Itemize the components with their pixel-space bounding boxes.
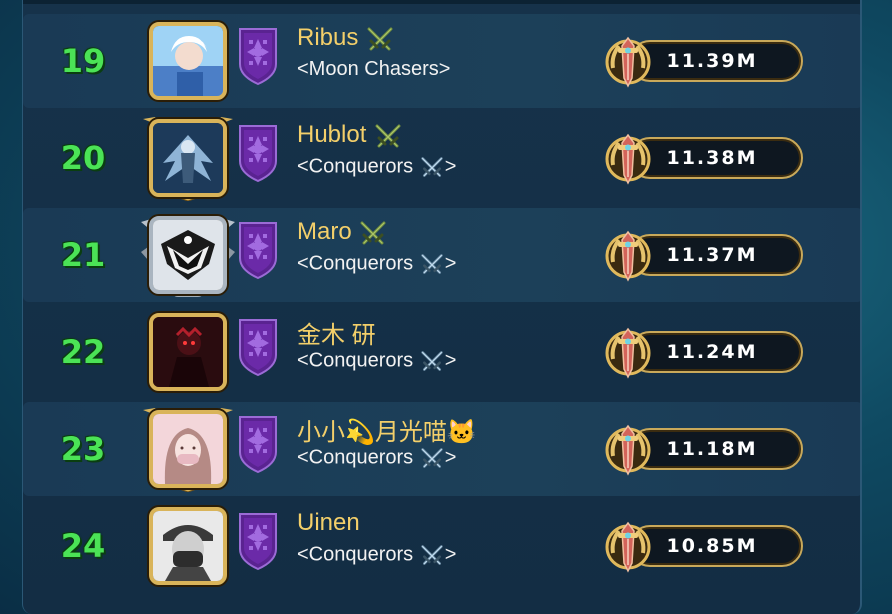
power-value: 11.18M	[666, 438, 758, 460]
clan-name-text: <Conquerors	[297, 252, 414, 275]
player-avatar[interactable]	[149, 22, 227, 100]
player-name-text: Maro	[297, 218, 352, 245]
clan-name[interactable]: <Conquerors >	[297, 446, 456, 470]
crossed-swords-icon	[421, 157, 443, 177]
purple-shield-icon	[239, 416, 277, 474]
clan-name-text: <Conquerors	[297, 349, 414, 372]
player-name[interactable]: 小小💫月光喵🐱	[297, 412, 477, 447]
player-name[interactable]: 金木 研	[297, 315, 376, 350]
clan-name[interactable]: <Conquerors >	[297, 252, 456, 276]
purple-shield-icon	[239, 319, 277, 377]
player-name-text: Uinen	[297, 509, 360, 536]
clan-name-text: <Moon Chasers>	[297, 58, 451, 80]
sword-laurel-icon	[605, 521, 651, 573]
clan-name[interactable]: <Conquerors >	[297, 155, 456, 179]
purple-shield-icon	[239, 513, 277, 571]
player-avatar[interactable]	[149, 507, 227, 585]
rank-number: 23	[60, 430, 106, 468]
power-value: 11.24M	[666, 341, 758, 363]
crossed-swords-icon	[375, 124, 401, 148]
clan-name-text: <Conquerors	[297, 543, 414, 566]
leaderboard-row[interactable]: 22 金木 研 <Conquerors > 11.24M	[23, 305, 860, 399]
leaderboard-panel: 19 Ribus <Moon Chasers> 11.39M 20 Hublot…	[22, 0, 862, 614]
clan-name-close: >	[444, 446, 457, 469]
sword-laurel-icon	[605, 424, 651, 476]
panel-top-edge	[23, 0, 860, 4]
power-display: 11.37M	[603, 228, 803, 284]
rank-number: 19	[60, 42, 106, 80]
clan-name-text: <Conquerors	[297, 446, 414, 469]
sword-laurel-icon	[605, 133, 651, 185]
power-display: 11.24M	[603, 325, 803, 381]
player-name-text: 小小💫月光喵🐱	[297, 419, 477, 446]
rank-number: 21	[60, 236, 106, 274]
leaderboard-row[interactable]: 24 Uinen <Conquerors > 10.85M	[23, 499, 860, 593]
player-avatar[interactable]	[149, 410, 227, 488]
clan-name-close: >	[444, 543, 457, 566]
clan-name-text: <Conquerors	[297, 155, 414, 178]
player-avatar[interactable]	[149, 216, 227, 294]
purple-shield-icon	[239, 222, 277, 280]
power-value: 10.85M	[666, 535, 758, 557]
player-avatar[interactable]	[149, 313, 227, 391]
clan-name[interactable]: <Moon Chasers>	[297, 58, 450, 81]
power-display: 11.18M	[603, 422, 803, 478]
sword-laurel-icon	[605, 36, 651, 88]
crossed-swords-icon	[360, 221, 386, 245]
rank-number: 20	[60, 139, 106, 177]
player-name-text: Hublot	[297, 121, 374, 148]
leaderboard-row[interactable]: 19 Ribus <Moon Chasers> 11.39M	[23, 14, 860, 108]
crossed-swords-icon	[421, 351, 443, 371]
crossed-swords-icon	[421, 448, 443, 468]
crossed-swords-icon	[421, 545, 443, 565]
player-name[interactable]: Hublot	[297, 121, 403, 150]
girl-portrait-avatar	[153, 414, 223, 484]
purple-shield-icon	[239, 125, 277, 183]
power-value: 11.39M	[666, 50, 758, 72]
player-name[interactable]: Uinen	[297, 509, 360, 537]
crossed-swords-icon	[367, 27, 393, 51]
player-name-text: 金木 研	[297, 322, 376, 349]
clan-name-close: >	[444, 252, 457, 275]
power-value: 11.37M	[666, 244, 758, 266]
player-avatar[interactable]	[149, 119, 227, 197]
power-display: 10.85M	[603, 519, 803, 575]
ice-character-avatar	[153, 26, 223, 96]
clan-name[interactable]: <Conquerors >	[297, 543, 456, 567]
clan-name[interactable]: <Conquerors >	[297, 349, 456, 373]
leaderboard-row[interactable]: 20 Hublot <Conquerors > 11.38M	[23, 111, 860, 205]
dark-angel-avatar	[153, 123, 223, 193]
power-display: 11.39M	[603, 34, 803, 90]
player-name-text: Ribus	[297, 24, 359, 51]
crossed-swords-icon	[421, 254, 443, 274]
leaderboard-row[interactable]: 23 小小💫月光喵🐱 <Conquerors > 11.18M	[23, 402, 860, 496]
rank-number: 24	[60, 527, 106, 565]
player-name[interactable]: Ribus	[297, 24, 395, 53]
power-value: 11.38M	[666, 147, 758, 169]
purple-shield-icon	[239, 28, 277, 86]
sword-laurel-icon	[605, 327, 651, 379]
leaderboard-row[interactable]: 21 C7 Maro <Conquerors > 11.37M	[23, 208, 860, 302]
clan-name-close: >	[444, 155, 457, 178]
eagle-crest-avatar	[153, 220, 223, 290]
power-display: 11.38M	[603, 131, 803, 187]
player-name[interactable]: Maro	[297, 218, 388, 247]
masked-person-avatar	[153, 511, 223, 581]
rank-number: 22	[60, 333, 106, 371]
sword-laurel-icon	[605, 230, 651, 282]
clan-name-close: >	[444, 349, 457, 372]
dark-warrior-avatar	[153, 317, 223, 387]
